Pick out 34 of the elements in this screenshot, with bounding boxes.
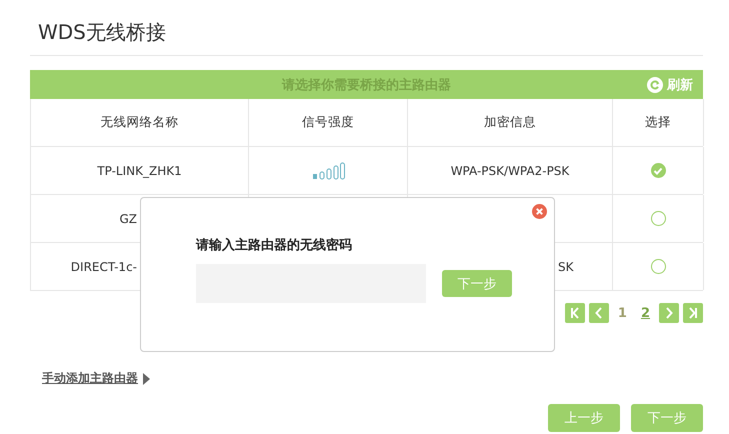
first-page-button[interactable] [564,303,585,323]
column-header: 信号强度 [249,99,408,146]
next-button[interactable]: 下一步 [442,270,512,297]
chevron-left-icon [594,307,604,319]
last-page-button[interactable] [683,303,703,323]
table-cell: TP-LINK_ZHK1 [97,164,182,178]
chevron-right-icon [664,307,674,319]
table-cell: WPA-PSK/WPA2-PSK [450,164,570,178]
column-header: 选择 [613,99,704,146]
page-link[interactable]: 1 [612,306,632,320]
radio-button[interactable] [650,211,666,226]
previous-page-button[interactable] [588,303,609,323]
first-page-icon [570,307,580,319]
wizard-button[interactable]: 上一步 [548,404,620,432]
table-cell: GZ [119,212,137,226]
radio-button[interactable] [650,163,666,178]
close-icon[interactable] [532,204,547,219]
page-link[interactable]: 2 [636,306,655,320]
dialog-label: 请输入主路由器的无线密码 [196,236,353,254]
table-cell: SK [558,260,574,274]
column-header: 无线网络名称 [31,99,249,146]
next-page-button[interactable] [659,303,679,323]
check-icon [653,166,663,176]
radio-button[interactable] [650,259,666,274]
column-header: 加密信息 [408,99,613,146]
wizard-button[interactable]: 下一步 [631,404,703,432]
last-page-icon [688,307,698,319]
refresh-icon [647,77,663,93]
table-cell: DIRECT-1c- [70,260,137,274]
manual-add-link[interactable]: 手动添加主路由器 [42,370,138,387]
page-title: WDS无线桥接 [37,19,167,46]
refresh-button[interactable]: 刷新 [647,76,693,94]
signal-icon [312,162,344,180]
triangle-icon [143,372,150,384]
